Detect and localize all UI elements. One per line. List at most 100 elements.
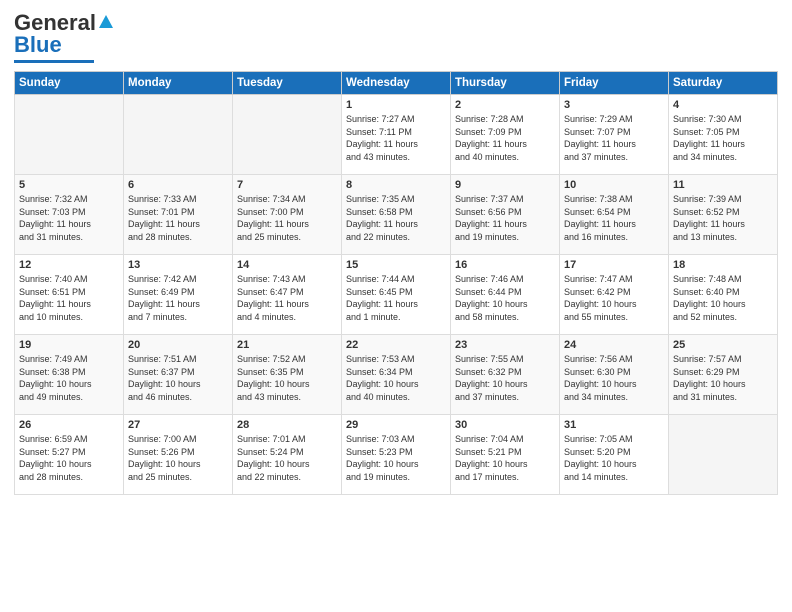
day-cell-21: 21 Sunrise: 7:52 AM Sunset: 6:35 PM Dayli… bbox=[233, 335, 342, 415]
day-info: Sunrise: 7:33 AM Sunset: 7:01 PM Dayligh… bbox=[128, 193, 228, 243]
empty-cell bbox=[124, 95, 233, 175]
day-info: Sunrise: 7:48 AM Sunset: 6:40 PM Dayligh… bbox=[673, 273, 773, 323]
day-cell-5: 5 Sunrise: 7:32 AM Sunset: 7:03 PM Daylig… bbox=[15, 175, 124, 255]
day-cell-8: 8 Sunrise: 7:35 AM Sunset: 6:58 PM Daylig… bbox=[342, 175, 451, 255]
day-cell-3: 3Sunrise: 7:29 AM Sunset: 7:07 PM Daylig… bbox=[560, 95, 669, 175]
day-header-friday: Friday bbox=[560, 72, 669, 95]
day-info: Sunrise: 7:30 AM Sunset: 7:05 PM Dayligh… bbox=[673, 113, 773, 163]
day-number: 1 bbox=[346, 99, 446, 111]
day-cell-1: 1 Sunrise: 7:27 AM Sunset: 7:11 PM Daylig… bbox=[342, 95, 451, 175]
day-cell-4: 4 Sunrise: 7:30 AM Sunset: 7:05 PM Daylig… bbox=[669, 95, 778, 175]
week-row-2: 5 Sunrise: 7:32 AM Sunset: 7:03 PM Daylig… bbox=[15, 175, 778, 255]
day-number: 21 bbox=[237, 339, 337, 351]
day-number: 14 bbox=[237, 259, 337, 271]
day-info: Sunrise: 7:53 AM Sunset: 6:34 PM Dayligh… bbox=[346, 353, 446, 403]
day-info: Sunrise: 7:04 AM Sunset: 5:21 PM Dayligh… bbox=[455, 433, 555, 483]
week-row-5: 26Sunrise: 6:59 AM Sunset: 5:27 PM Dayli… bbox=[15, 415, 778, 495]
day-number: 11 bbox=[673, 179, 773, 191]
day-cell-25: 25 Sunrise: 7:57 AM Sunset: 6:29 PM Dayli… bbox=[669, 335, 778, 415]
day-info: Sunrise: 7:37 AM Sunset: 6:56 PM Dayligh… bbox=[455, 193, 555, 243]
day-number: 17 bbox=[564, 259, 664, 271]
day-info: Sunrise: 7:56 AM Sunset: 6:30 PM Dayligh… bbox=[564, 353, 664, 403]
day-cell-23: 23Sunrise: 7:55 AM Sunset: 6:32 PM Dayli… bbox=[451, 335, 560, 415]
day-number: 31 bbox=[564, 419, 664, 431]
day-number: 15 bbox=[346, 259, 446, 271]
logo: General Blue bbox=[14, 10, 113, 63]
day-cell-14: 14Sunrise: 7:43 AM Sunset: 6:47 PM Dayli… bbox=[233, 255, 342, 335]
logo-blue: Blue bbox=[14, 32, 62, 58]
day-info: Sunrise: 7:03 AM Sunset: 5:23 PM Dayligh… bbox=[346, 433, 446, 483]
day-cell-24: 24 Sunrise: 7:56 AM Sunset: 6:30 PM Dayli… bbox=[560, 335, 669, 415]
day-info: Sunrise: 7:44 AM Sunset: 6:45 PM Dayligh… bbox=[346, 273, 446, 323]
day-info: Sunrise: 7:49 AM Sunset: 6:38 PM Dayligh… bbox=[19, 353, 119, 403]
week-row-3: 12 Sunrise: 7:40 AM Sunset: 6:51 PM Dayli… bbox=[15, 255, 778, 335]
day-info: Sunrise: 7:35 AM Sunset: 6:58 PM Dayligh… bbox=[346, 193, 446, 243]
day-cell-9: 9 Sunrise: 7:37 AM Sunset: 6:56 PM Daylig… bbox=[451, 175, 560, 255]
day-cell-28: 28 Sunrise: 7:01 AM Sunset: 5:24 PM Dayli… bbox=[233, 415, 342, 495]
day-cell-18: 18Sunrise: 7:48 AM Sunset: 6:40 PM Dayli… bbox=[669, 255, 778, 335]
day-info: Sunrise: 7:47 AM Sunset: 6:42 PM Dayligh… bbox=[564, 273, 664, 323]
day-header-monday: Monday bbox=[124, 72, 233, 95]
day-info: Sunrise: 7:51 AM Sunset: 6:37 PM Dayligh… bbox=[128, 353, 228, 403]
day-info: Sunrise: 7:28 AM Sunset: 7:09 PM Dayligh… bbox=[455, 113, 555, 163]
day-cell-27: 27 Sunrise: 7:00 AM Sunset: 5:26 PM Dayli… bbox=[124, 415, 233, 495]
day-cell-29: 29Sunrise: 7:03 AM Sunset: 5:23 PM Dayli… bbox=[342, 415, 451, 495]
day-number: 24 bbox=[564, 339, 664, 351]
day-header-thursday: Thursday bbox=[451, 72, 560, 95]
day-number: 22 bbox=[346, 339, 446, 351]
day-cell-12: 12 Sunrise: 7:40 AM Sunset: 6:51 PM Dayli… bbox=[15, 255, 124, 335]
week-row-1: 1 Sunrise: 7:27 AM Sunset: 7:11 PM Daylig… bbox=[15, 95, 778, 175]
day-header-wednesday: Wednesday bbox=[342, 72, 451, 95]
day-info: Sunrise: 7:42 AM Sunset: 6:49 PM Dayligh… bbox=[128, 273, 228, 323]
day-info: Sunrise: 7:57 AM Sunset: 6:29 PM Dayligh… bbox=[673, 353, 773, 403]
day-header-saturday: Saturday bbox=[669, 72, 778, 95]
day-number: 19 bbox=[19, 339, 119, 351]
day-info: Sunrise: 7:39 AM Sunset: 6:52 PM Dayligh… bbox=[673, 193, 773, 243]
day-cell-10: 10Sunrise: 7:38 AM Sunset: 6:54 PM Dayli… bbox=[560, 175, 669, 255]
day-cell-15: 15 Sunrise: 7:44 AM Sunset: 6:45 PM Dayli… bbox=[342, 255, 451, 335]
day-number: 30 bbox=[455, 419, 555, 431]
day-cell-11: 11 Sunrise: 7:39 AM Sunset: 6:52 PM Dayli… bbox=[669, 175, 778, 255]
day-number: 5 bbox=[19, 179, 119, 191]
day-number: 8 bbox=[346, 179, 446, 191]
day-number: 4 bbox=[673, 99, 773, 111]
day-cell-17: 17 Sunrise: 7:47 AM Sunset: 6:42 PM Dayli… bbox=[560, 255, 669, 335]
calendar-body: 1 Sunrise: 7:27 AM Sunset: 7:11 PM Daylig… bbox=[15, 95, 778, 495]
day-number: 2 bbox=[455, 99, 555, 111]
day-info: Sunrise: 6:59 AM Sunset: 5:27 PM Dayligh… bbox=[19, 433, 119, 483]
day-header-tuesday: Tuesday bbox=[233, 72, 342, 95]
day-info: Sunrise: 7:38 AM Sunset: 6:54 PM Dayligh… bbox=[564, 193, 664, 243]
day-info: Sunrise: 7:05 AM Sunset: 5:20 PM Dayligh… bbox=[564, 433, 664, 483]
day-info: Sunrise: 7:01 AM Sunset: 5:24 PM Dayligh… bbox=[237, 433, 337, 483]
day-number: 23 bbox=[455, 339, 555, 351]
day-cell-16: 16 Sunrise: 7:46 AM Sunset: 6:44 PM Dayli… bbox=[451, 255, 560, 335]
day-info: Sunrise: 7:34 AM Sunset: 7:00 PM Dayligh… bbox=[237, 193, 337, 243]
day-cell-22: 22 Sunrise: 7:53 AM Sunset: 6:34 PM Dayli… bbox=[342, 335, 451, 415]
day-info: Sunrise: 7:32 AM Sunset: 7:03 PM Dayligh… bbox=[19, 193, 119, 243]
day-cell-26: 26Sunrise: 6:59 AM Sunset: 5:27 PM Dayli… bbox=[15, 415, 124, 495]
day-cell-19: 19 Sunrise: 7:49 AM Sunset: 6:38 PM Dayli… bbox=[15, 335, 124, 415]
day-cell-6: 6 Sunrise: 7:33 AM Sunset: 7:01 PM Daylig… bbox=[124, 175, 233, 255]
day-number: 16 bbox=[455, 259, 555, 271]
day-number: 12 bbox=[19, 259, 119, 271]
logo-underline bbox=[14, 60, 94, 63]
day-cell-2: 2 Sunrise: 7:28 AM Sunset: 7:09 PM Daylig… bbox=[451, 95, 560, 175]
day-number: 6 bbox=[128, 179, 228, 191]
calendar-header: SundayMondayTuesdayWednesdayThursdayFrid… bbox=[15, 72, 778, 95]
day-number: 25 bbox=[673, 339, 773, 351]
calendar-table: SundayMondayTuesdayWednesdayThursdayFrid… bbox=[14, 71, 778, 495]
day-number: 20 bbox=[128, 339, 228, 351]
day-info: Sunrise: 7:52 AM Sunset: 6:35 PM Dayligh… bbox=[237, 353, 337, 403]
empty-cell bbox=[15, 95, 124, 175]
day-number: 27 bbox=[128, 419, 228, 431]
day-info: Sunrise: 7:46 AM Sunset: 6:44 PM Dayligh… bbox=[455, 273, 555, 323]
day-cell-20: 20 Sunrise: 7:51 AM Sunset: 6:37 PM Dayli… bbox=[124, 335, 233, 415]
day-number: 28 bbox=[237, 419, 337, 431]
day-info: Sunrise: 7:27 AM Sunset: 7:11 PM Dayligh… bbox=[346, 113, 446, 163]
day-info: Sunrise: 7:40 AM Sunset: 6:51 PM Dayligh… bbox=[19, 273, 119, 323]
day-info: Sunrise: 7:00 AM Sunset: 5:26 PM Dayligh… bbox=[128, 433, 228, 483]
day-cell-31: 31 Sunrise: 7:05 AM Sunset: 5:20 PM Dayli… bbox=[560, 415, 669, 495]
day-info: Sunrise: 7:29 AM Sunset: 7:07 PM Dayligh… bbox=[564, 113, 664, 163]
day-number: 9 bbox=[455, 179, 555, 191]
logo-triangle-icon bbox=[99, 15, 113, 28]
